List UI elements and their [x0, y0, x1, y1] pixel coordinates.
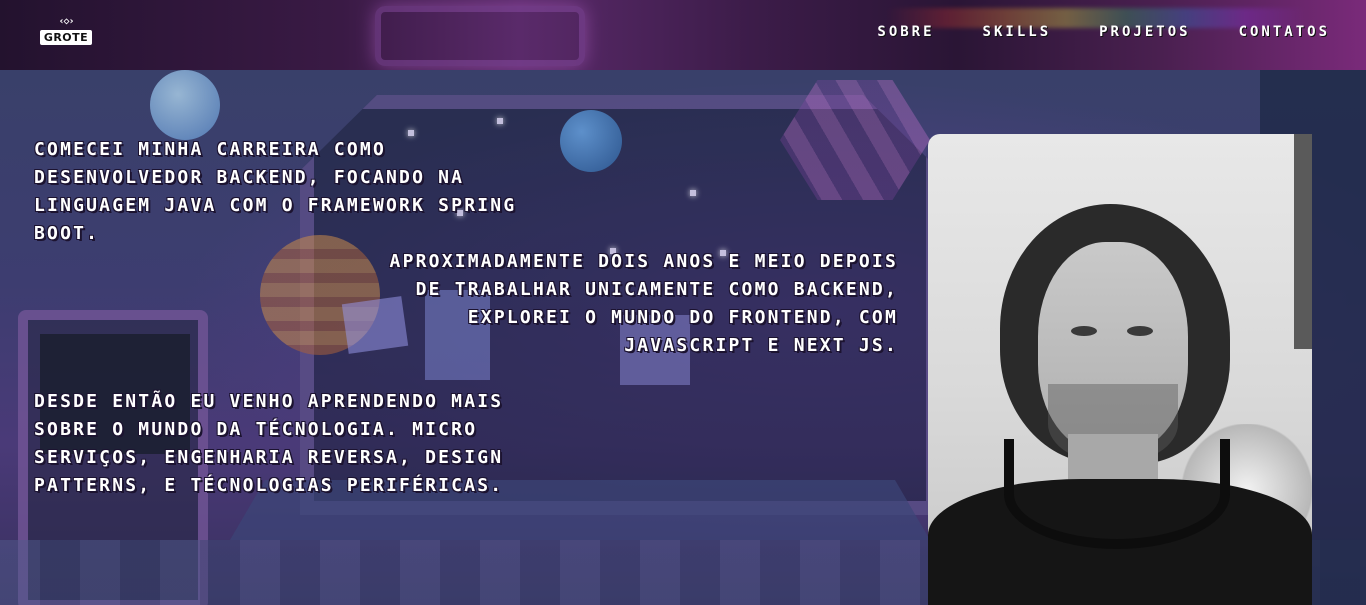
- logo-text: GROTE: [39, 30, 93, 45]
- star-decoration: [690, 190, 696, 196]
- blue-planet-decoration: [560, 110, 622, 172]
- code-brackets-icon: ‹◇›: [58, 16, 74, 27]
- headphones-icon: [1004, 439, 1230, 549]
- photo-wall-shadow: [1294, 134, 1312, 349]
- nav-link-contatos[interactable]: CONTATOS: [1239, 24, 1330, 40]
- nav-link-sobre[interactable]: SOBRE: [877, 24, 934, 40]
- photo-eye: [1127, 326, 1153, 336]
- profile-photo: [928, 134, 1312, 605]
- about-paragraph-3: Desde então eu venho aprendendo mais sob…: [34, 391, 504, 496]
- nav-link-projetos[interactable]: PROJETOS: [1099, 24, 1190, 40]
- site-header: ‹◇› GROTE SOBRE SKILLS PROJETOS CONTATOS: [0, 0, 1366, 70]
- nav-link-skills[interactable]: SKILLS: [983, 24, 1052, 40]
- about-paragraph-2: Aproximadamente dois anos e meio depois …: [389, 251, 898, 356]
- globe-lamp-decoration: [150, 70, 220, 140]
- star-decoration: [497, 118, 503, 124]
- photo-eye: [1071, 326, 1097, 336]
- neon-sign-background: [375, 6, 585, 66]
- about-paragraph-1: Comecei minha carreira como desenvolvedo…: [34, 139, 517, 244]
- main-nav: SOBRE SKILLS PROJETOS CONTATOS: [877, 24, 1330, 40]
- logo[interactable]: ‹◇› GROTE: [39, 16, 93, 52]
